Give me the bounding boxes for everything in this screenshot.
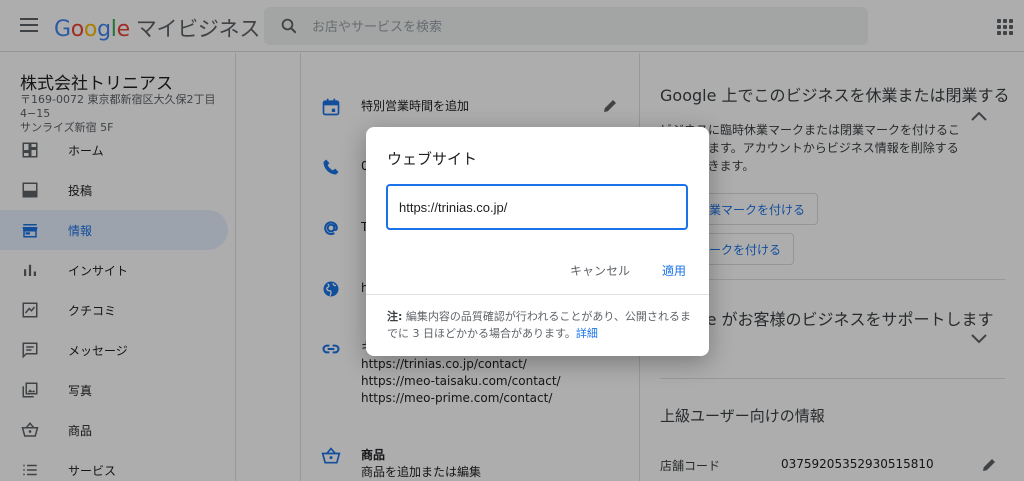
dialog-divider: [366, 294, 709, 295]
dialog-title: ウェブサイト: [387, 150, 478, 168]
details-link[interactable]: 詳細: [576, 327, 598, 340]
apply-button[interactable]: 適用: [662, 262, 686, 279]
cancel-button[interactable]: キャンセル: [570, 262, 630, 279]
website-url-input[interactable]: [386, 184, 688, 230]
dialog-note: 注: 編集内容の品質確認が行われることがあり、公開されるまでに 3 日ほどかかる…: [387, 310, 691, 340]
website-dialog: ウェブサイト キャンセル 適用 注: 編集内容の品質確認が行われることがあり、公…: [366, 127, 709, 356]
